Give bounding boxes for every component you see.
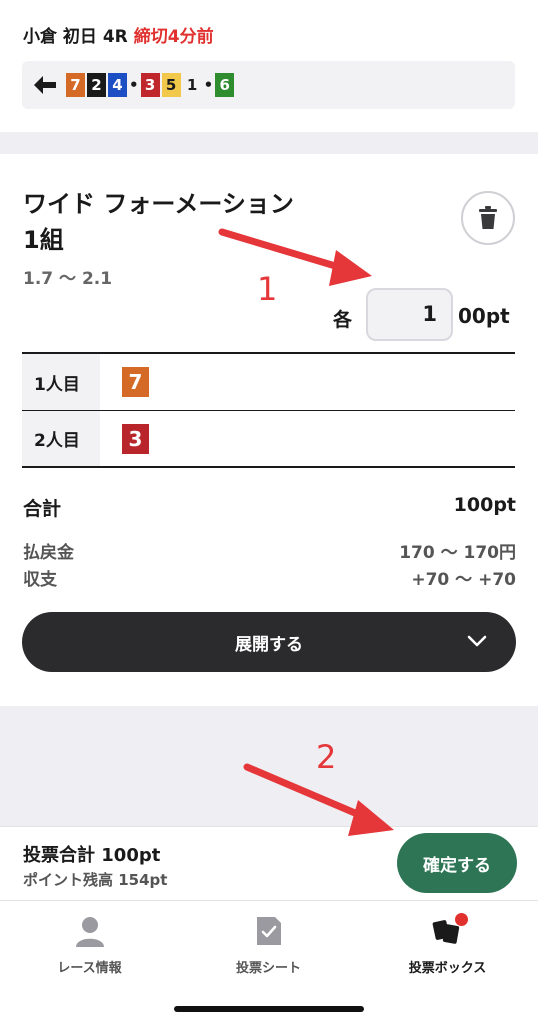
payout-label: 払戻金 [23,543,74,563]
payout-value: 170 ～ 170円 [399,543,516,563]
tab-bar: レース情報 投票シート 投票ボックス [0,900,538,1024]
pick-number-badge: 6 [215,73,235,97]
horse-number-badge: 3 [122,423,149,454]
balance-value: +70 ～ +70 [411,570,516,590]
balance-row: 収支 +70 ～ +70 [23,565,516,590]
odds-range: 1.7 ～ 2.1 [23,269,113,289]
total-label: 合計 [23,498,62,520]
tab-label: 投票ボックス [408,961,487,976]
rank-horses: 3 [100,423,149,454]
tab-label: レース情報 [57,961,122,976]
expand-button[interactable]: 展開する [22,612,516,672]
selected-picks-bar[interactable]: 7 2 4 • 3 5 1 • 6 [22,61,515,109]
person-icon [72,913,108,949]
bet-card: ワイド フォーメーション 1組 1.7 ～ 2.1 各 1 00pt 1人目 7… [0,154,538,706]
rank-row-2: 2人目 3 [22,410,515,466]
pick-number-badge: 7 [66,73,85,97]
tab-vote-sheet[interactable]: 投票シート [179,913,358,976]
annotation-number-2: 2 [316,738,337,776]
rank-label: 1人目 [22,354,100,410]
tab-label: 投票シート [235,961,301,976]
formation-table: 1人目 7 2人目 3 [22,352,515,468]
rank-horses: 7 [100,367,149,397]
rank-label: 2人目 [22,411,100,466]
notification-badge [454,913,468,926]
vote-summary-bar: 投票合計 100pt ポイント残高 154pt 確定する [0,826,538,900]
trash-icon [479,206,497,229]
total-row: 合計 100pt [23,494,516,521]
race-title: 小倉 初日 4R 締切4分前 [23,22,214,47]
race-header: 小倉 初日 4R 締切4分前 7 2 4 • 3 5 1 • 6 [0,0,538,132]
pick-number-badge: 2 [87,73,106,97]
check-sheet-icon [251,913,287,949]
deadline-label: 締切4分前 [133,27,214,47]
bet-type-line2: 1組 [23,226,64,254]
expand-label: 展開する [235,634,303,655]
tickets-icon [430,913,468,949]
bet-type-title: ワイド フォーメーション 1組 [23,186,294,258]
pick-number-badge: 5 [161,73,181,97]
tab-race-info[interactable]: レース情報 [0,913,179,976]
amount-unit: 00pt [458,304,510,328]
total-value: 100pt [453,494,516,516]
pick-number-badge: 1 [182,73,202,97]
pick-number-badge: 3 [140,73,160,97]
tab-vote-box[interactable]: 投票ボックス [358,913,537,976]
vote-total: 投票合計 100pt [23,845,161,866]
section-divider [0,706,538,826]
home-indicator [174,1006,364,1012]
bet-type-line1: ワイド フォーメーション [23,190,294,218]
points-balance: ポイント残高 154pt [23,871,168,889]
picks-list: 7 2 4 • 3 5 1 • 6 [66,73,236,97]
pick-number-badge: 4 [108,73,127,97]
confirm-button[interactable]: 確定する [397,833,517,893]
delete-bet-button[interactable] [461,191,515,245]
back-arrow-icon[interactable] [32,74,58,96]
section-divider [0,132,538,154]
pick-separator: • [129,76,139,94]
rank-row-1: 1人目 7 [22,354,515,410]
balance-label: 収支 [23,570,57,590]
each-label: 各 [333,309,353,331]
annotation-number-1: 1 [257,270,278,308]
payout-row: 払戻金 170 ～ 170円 [23,538,516,563]
horse-number-badge: 7 [122,367,149,397]
pick-separator: • [203,76,214,94]
bet-amount-input[interactable]: 1 [366,288,453,341]
chevron-down-icon [467,635,487,647]
race-venue-info: 小倉 初日 4R [23,27,128,47]
